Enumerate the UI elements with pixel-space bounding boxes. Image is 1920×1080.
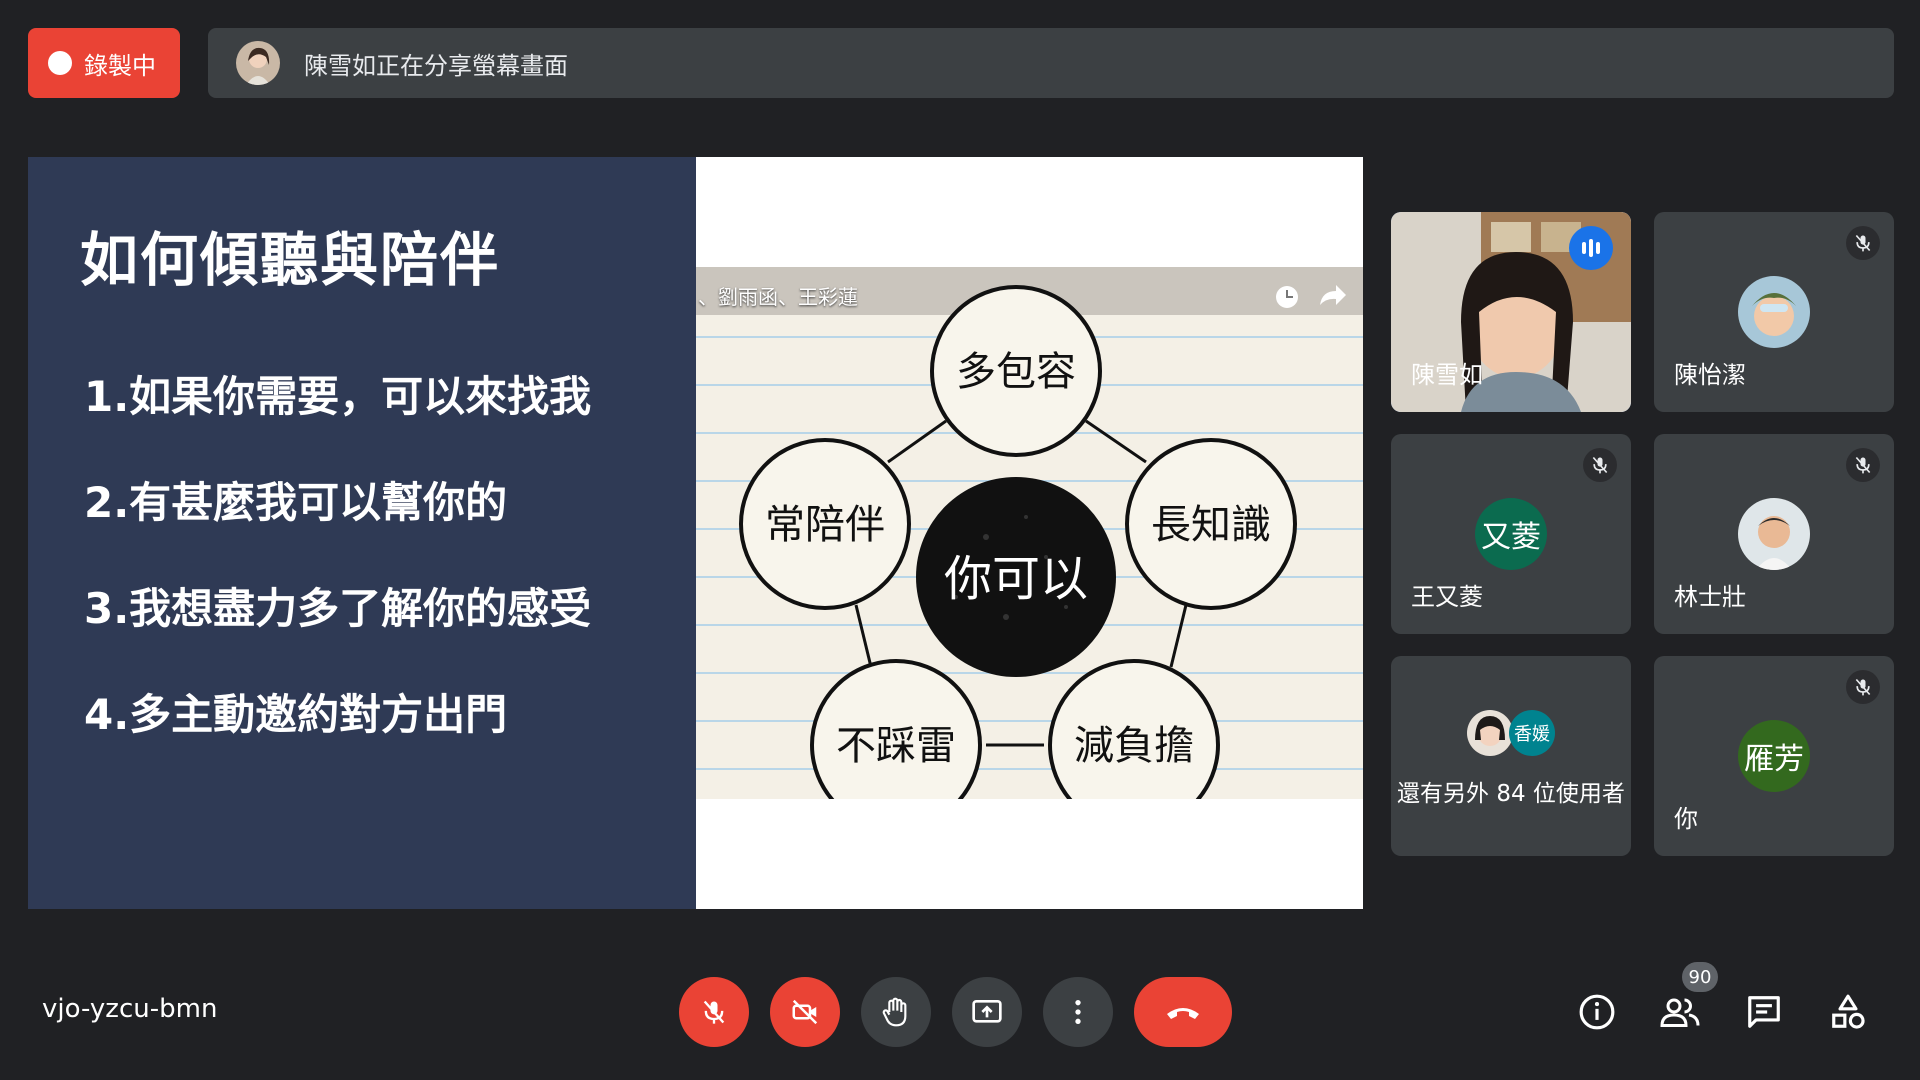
recording-indicator[interactable]: 錄製中 [28, 28, 180, 98]
screen-share-banner: 陳雪如正在分享螢幕畫面 [208, 28, 1894, 98]
raise-hand-button[interactable] [861, 977, 931, 1047]
mic-off-icon [1583, 448, 1617, 482]
camera-toggle-button[interactable] [770, 977, 840, 1047]
activities-icon [1832, 994, 1865, 1029]
participant-tile-4[interactable]: 林士壯 [1654, 434, 1894, 634]
clock-icon[interactable] [1276, 286, 1298, 308]
embedded-video[interactable]: 多包容 長知識 減負擔 不踩雷 常陪伴 你可以 、劉雨函、王彩蓮 [696, 267, 1363, 799]
mic-off-icon [1846, 226, 1880, 260]
participant-tile-1[interactable]: 陳雪如 [1391, 212, 1631, 412]
node-right: 長知識 [1151, 502, 1271, 548]
slide-title: 如何傾聽與陪伴 [80, 226, 501, 294]
leave-call-button[interactable] [1134, 977, 1232, 1047]
mic-off-icon [1846, 448, 1880, 482]
avatar [1467, 710, 1513, 756]
participant-tile-others[interactable]: 香媛 還有另外 84 位使用者 [1391, 656, 1631, 856]
avatar: 雁芳 [1738, 720, 1810, 792]
node-center: 你可以 [944, 551, 1088, 607]
participant-tile-2[interactable]: 陳怡潔 [1654, 212, 1894, 412]
present-screen-button[interactable] [952, 977, 1022, 1047]
avatar: 又菱 [1475, 498, 1547, 570]
node-left: 常陪伴 [765, 502, 885, 548]
more-options-button[interactable] [1043, 977, 1113, 1047]
participant-name: 陳怡潔 [1674, 361, 1746, 389]
avatar-badge: 香媛 [1509, 710, 1555, 756]
recording-label: 錄製中 [84, 51, 156, 80]
avatar [1738, 498, 1810, 570]
chat-button[interactable] [1742, 990, 1786, 1034]
node-bottom-right: 減負擔 [1074, 723, 1194, 769]
participant-name: 王又菱 [1411, 583, 1483, 611]
slide-item-3: 3.我想盡力多了解你的感受 [84, 584, 592, 633]
node-bottom-left: 不踩雷 [836, 723, 956, 769]
slide-item-1: 1.如果你需要，可以來找我 [84, 372, 592, 421]
record-dot-icon [48, 51, 72, 75]
slide-text-panel: 如何傾聽與陪伴 1.如果你需要，可以來找我 2.有甚麼我可以幫你的 3.我想盡力… [28, 157, 696, 909]
mic-off-icon [703, 1000, 725, 1024]
slide-item-4: 4.多主動邀約對方出門 [84, 690, 508, 739]
more-vertical-icon [1075, 1000, 1081, 1024]
presenter-avatar [236, 41, 280, 85]
activities-button[interactable] [1826, 990, 1870, 1034]
avatar [1738, 276, 1810, 348]
people-icon [1660, 998, 1700, 1027]
hand-icon [882, 997, 907, 1027]
participant-name: 你 [1674, 805, 1698, 833]
present-icon [972, 1000, 1002, 1023]
participant-tile-self[interactable]: 雁芳 你 [1654, 656, 1894, 856]
speaking-indicator-icon [1569, 226, 1613, 270]
info-icon [1579, 994, 1615, 1030]
camera-off-icon [792, 999, 818, 1025]
mic-off-icon [1846, 670, 1880, 704]
mic-toggle-button[interactable] [679, 977, 749, 1047]
hang-up-icon [1167, 1008, 1199, 1019]
slide-media-panel: 多包容 長知識 減負擔 不踩雷 常陪伴 你可以 、劉雨函、王彩蓮 [696, 157, 1363, 909]
chat-icon [1748, 996, 1780, 1028]
people-count-badge: 90 [1682, 962, 1718, 992]
participant-name: 陳雪如 [1411, 361, 1483, 389]
share-banner-text: 陳雪如正在分享螢幕畫面 [304, 51, 568, 80]
video-caption: 、劉雨函、王彩蓮 [698, 285, 858, 309]
slide-item-2: 2.有甚麼我可以幫你的 [84, 478, 508, 527]
node-top: 多包容 [956, 349, 1076, 395]
people-button[interactable] [1658, 990, 1702, 1034]
meeting-details-button[interactable] [1575, 990, 1619, 1034]
participant-tile-3[interactable]: 又菱 王又菱 [1391, 434, 1631, 634]
meeting-code: vjo-yzcu-bmn [42, 994, 218, 1024]
participant-name: 林士壯 [1674, 583, 1746, 611]
participant-name: 還有另外 84 位使用者 [1397, 781, 1625, 807]
